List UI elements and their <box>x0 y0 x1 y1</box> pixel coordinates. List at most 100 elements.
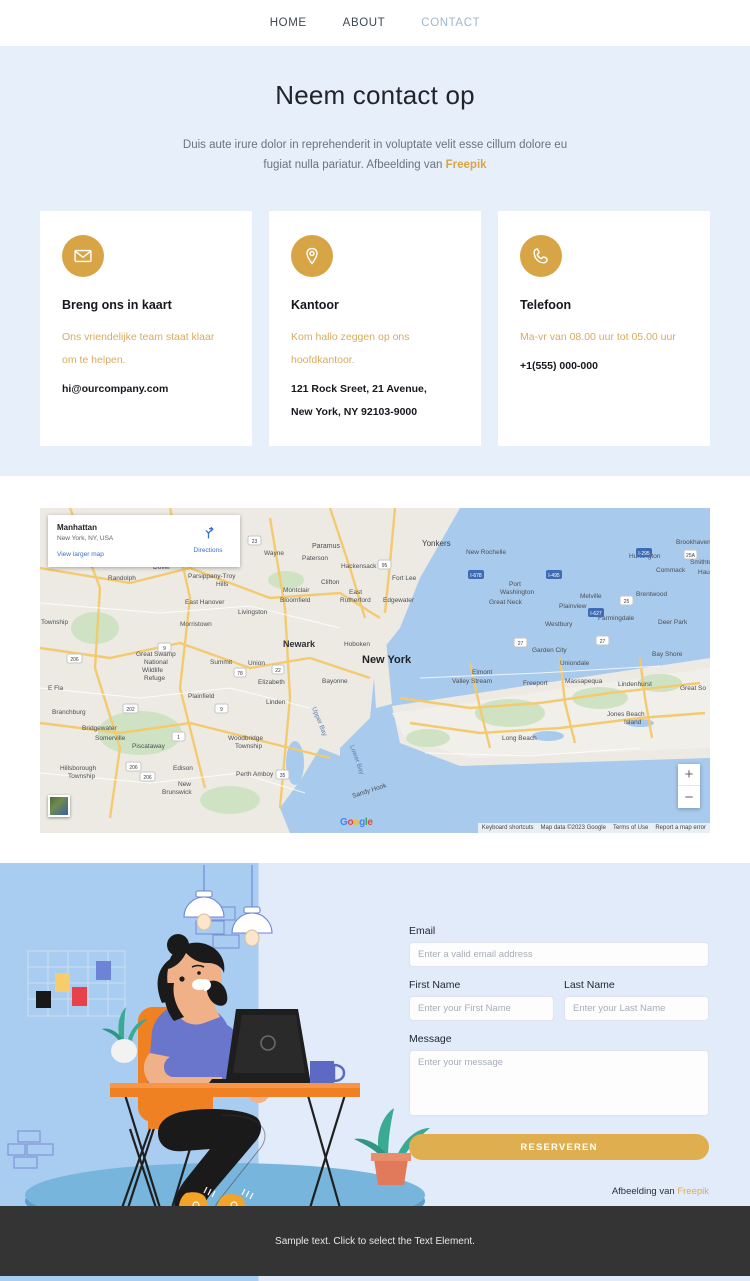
contact-form: Email First Name Last Name Message RESER… <box>409 925 709 1197</box>
svg-text:Melville: Melville <box>580 593 602 600</box>
svg-text:I‑495: I‑495 <box>548 573 560 579</box>
svg-text:New York: New York <box>362 654 412 666</box>
card-detail-line[interactable]: hi@ourcompany.com <box>62 378 230 401</box>
keyboard-shortcuts-link[interactable]: Keyboard shortcuts <box>482 825 534 831</box>
email-field[interactable] <box>409 942 709 967</box>
svg-text:Hackensack: Hackensack <box>341 563 377 570</box>
email-label: Email <box>409 925 436 937</box>
reserve-button[interactable]: RESERVEREN <box>409 1134 709 1160</box>
svg-text:Woodbridge: Woodbridge <box>228 735 263 742</box>
message-block: Message <box>409 1033 709 1121</box>
first-name-label: First Name <box>409 979 461 991</box>
svg-text:Hoboken: Hoboken <box>344 641 370 648</box>
svg-text:206: 206 <box>129 765 138 771</box>
svg-text:Uniondale: Uniondale <box>560 660 590 667</box>
svg-text:Township: Township <box>41 619 68 626</box>
directions-button[interactable]: Directions <box>185 522 231 560</box>
nav-item-contact[interactable]: CONTACT <box>421 17 480 29</box>
card-detail-line[interactable]: +1(555) 000-000 <box>520 355 688 378</box>
svg-text:Long Beach: Long Beach <box>502 735 537 742</box>
svg-text:Township: Township <box>235 743 262 750</box>
contact-card-email: Breng ons in kaart Ons vriendelijke team… <box>40 211 252 446</box>
svg-text:Edison: Edison <box>173 765 193 772</box>
svg-text:Summit: Summit <box>210 659 232 666</box>
svg-text:East Hanover: East Hanover <box>185 599 225 606</box>
map-place-address: New York, NY, USA <box>57 535 114 542</box>
svg-text:Piscataway: Piscataway <box>132 743 166 750</box>
card-title: Kantoor <box>291 298 339 312</box>
svg-text:Livingston: Livingston <box>238 609 268 616</box>
form-image-credit: Afbeelding van Freepik <box>409 1186 709 1197</box>
svg-text:Elizabeth: Elizabeth <box>258 679 285 686</box>
hero-subtitle: Duis aute irure dolor in reprehenderit i… <box>175 135 575 175</box>
contact-card-phone: Telefoon Ma-vr van 08.00 uur tot 05.00 u… <box>498 211 710 446</box>
first-name-field[interactable] <box>409 996 554 1021</box>
card-title: Breng ons in kaart <box>62 298 172 312</box>
card-detail-line: 121 Rock Sreet, 21 Avenue, <box>291 383 427 395</box>
svg-text:Brentwood: Brentwood <box>636 591 667 598</box>
svg-text:Paterson: Paterson <box>302 555 328 562</box>
nav-item-about[interactable]: ABOUT <box>343 17 386 29</box>
directions-label: Directions <box>193 547 223 554</box>
page-footer: Sample text. Click to select the Text El… <box>0 1206 750 1276</box>
svg-text:Valley Stream: Valley Stream <box>452 678 492 685</box>
svg-text:Township: Township <box>68 773 95 780</box>
credit-prefix: Afbeelding van <box>611 1186 678 1197</box>
hero-subtitle-line1: Duis aute irure dolor in reprehenderit i… <box>182 139 568 151</box>
svg-text:Island: Island <box>624 719 642 726</box>
last-name-field[interactable] <box>564 996 709 1021</box>
svg-text:23: 23 <box>252 539 258 545</box>
svg-text:Garden City: Garden City <box>532 647 567 654</box>
last-name-label: Last Name <box>564 979 615 991</box>
svg-text:Plainfield: Plainfield <box>188 693 215 700</box>
card-title: Telefoon <box>520 298 572 312</box>
svg-text:Somerville: Somerville <box>95 735 126 742</box>
card-description: Ma-vr van 08.00 uur tot 05.00 uur <box>520 331 676 343</box>
svg-text:Fort Lee: Fort Lee <box>392 575 417 582</box>
svg-text:Port: Port <box>509 581 521 588</box>
freepik-credit-link-form[interactable]: Freepik <box>677 1186 709 1197</box>
svg-text:Union: Union <box>248 660 265 667</box>
svg-text:Montclair: Montclair <box>283 587 310 594</box>
footer-sample-text[interactable]: Sample text. Click to select the Text El… <box>275 1236 475 1247</box>
card-description: Ons vriendelijke team staat klaar om te … <box>62 331 215 366</box>
svg-text:I‑627: I‑627 <box>590 611 602 617</box>
zoom-in-button[interactable]: + <box>678 764 700 786</box>
hero-subtitle-line2: fugiat nulla pariatur. Afbeelding van <box>263 159 446 171</box>
svg-text:206: 206 <box>143 775 152 781</box>
svg-text:9: 9 <box>163 646 166 652</box>
map-section: Paramus Yonkers New Rochelle Wayne Pater… <box>0 476 750 863</box>
map-attribution: Keyboard shortcuts Map data ©2023 Google… <box>477 823 710 833</box>
svg-text:Linden: Linden <box>266 699 286 706</box>
message-field[interactable] <box>409 1050 709 1116</box>
map-satellite-toggle[interactable] <box>48 795 70 817</box>
svg-text:Newark: Newark <box>283 639 316 649</box>
nav-item-home[interactable]: HOME <box>270 17 307 29</box>
svg-text:Randolph: Randolph <box>108 575 136 582</box>
card-detail-line: New York, NY 92103-9000 <box>291 406 418 418</box>
svg-text:Branchburg: Branchburg <box>52 709 86 716</box>
phone-icon <box>520 235 562 277</box>
view-larger-map-link[interactable]: View larger map <box>57 551 185 558</box>
svg-text:Refuge: Refuge <box>144 675 165 682</box>
svg-text:Bloomfield: Bloomfield <box>280 597 311 604</box>
svg-text:New: New <box>178 781 191 788</box>
svg-text:Yonkers: Yonkers <box>422 539 451 548</box>
svg-text:Parsippany-Troy: Parsippany-Troy <box>188 573 236 580</box>
report-map-error-link[interactable]: Report a map error <box>655 825 706 831</box>
svg-text:9: 9 <box>220 707 223 713</box>
svg-text:Elmont: Elmont <box>472 669 492 676</box>
terms-of-use-link[interactable]: Terms of Use <box>613 825 648 831</box>
svg-text:35: 35 <box>280 773 286 779</box>
svg-text:25A: 25A <box>686 553 696 559</box>
page-title: Neem contact op <box>275 80 475 110</box>
freepik-credit-link[interactable]: Freepik <box>446 159 487 171</box>
svg-text:Brookhaven: Brookhaven <box>676 539 710 546</box>
svg-text:Perth Amboy: Perth Amboy <box>236 771 274 778</box>
zoom-out-button[interactable]: − <box>678 786 700 808</box>
svg-text:Bay Shore: Bay Shore <box>652 651 683 658</box>
google-map[interactable]: Paramus Yonkers New Rochelle Wayne Pater… <box>40 508 710 833</box>
svg-text:27: 27 <box>600 639 606 645</box>
map-zoom-controls[interactable]: + − <box>678 764 700 808</box>
svg-text:I‑295: I‑295 <box>638 551 650 557</box>
